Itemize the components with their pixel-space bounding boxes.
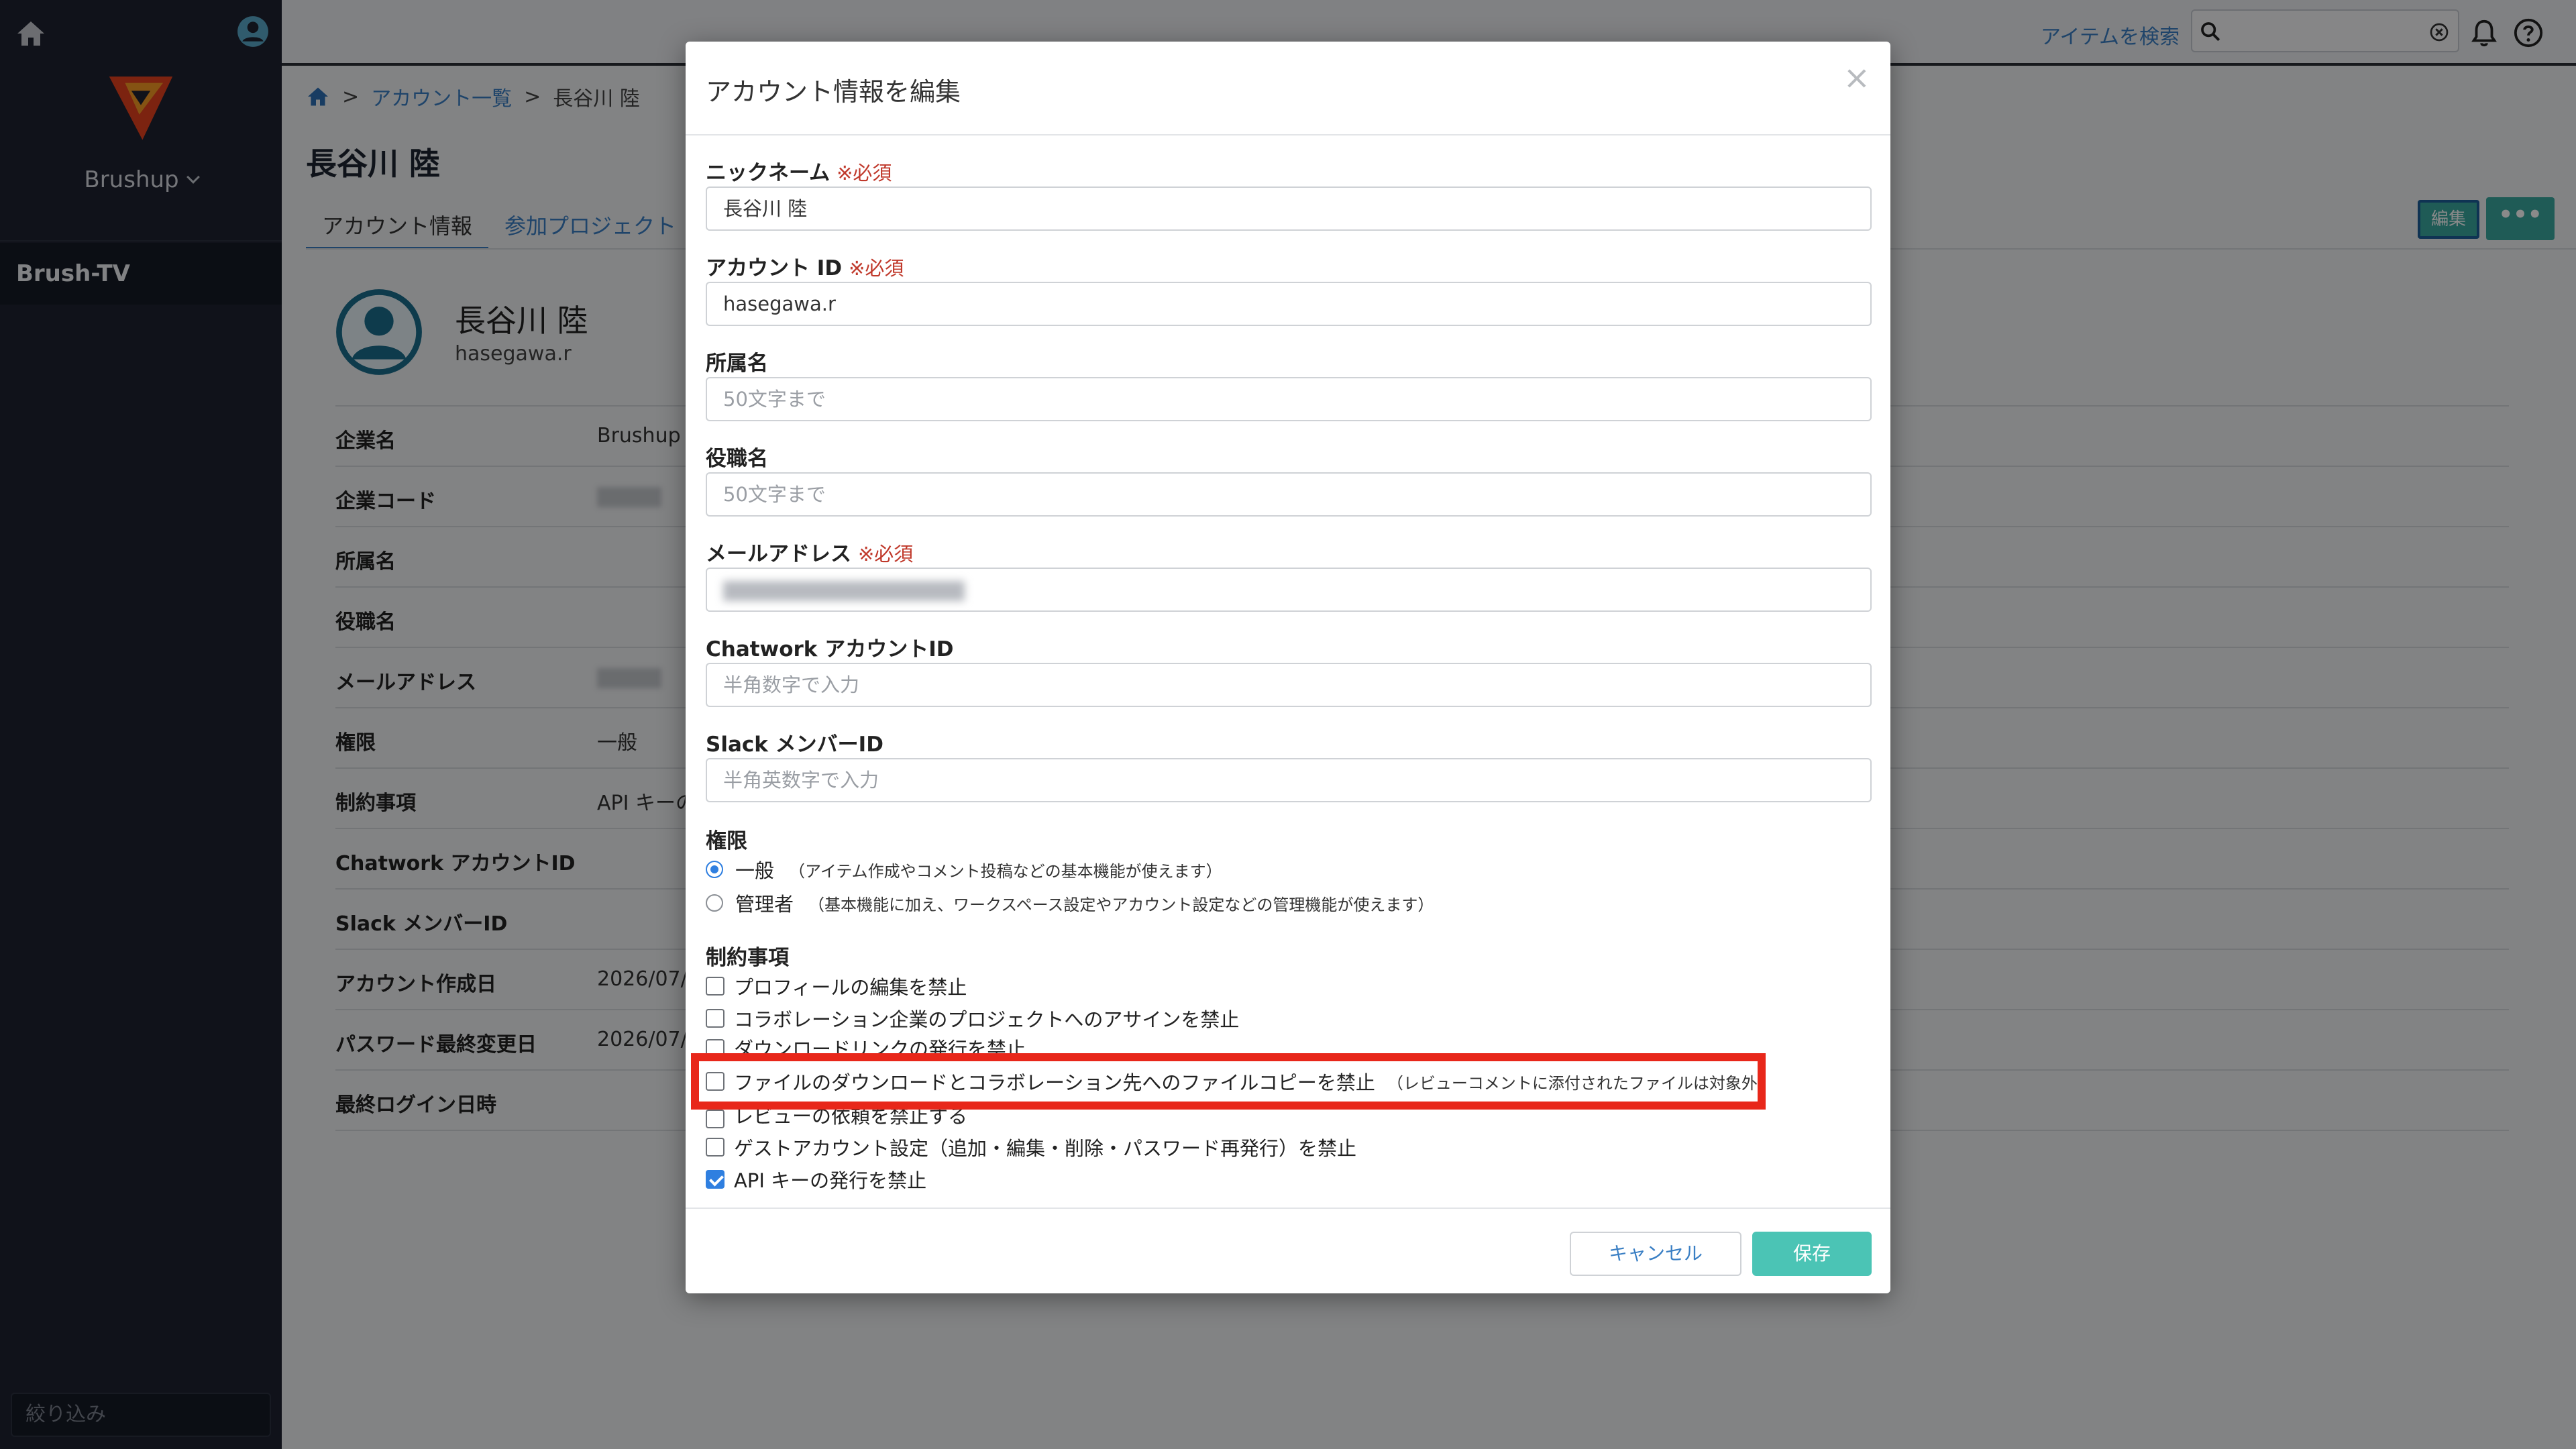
position-field[interactable]: 50文字まで bbox=[706, 472, 1872, 517]
checkbox-label: API キーの発行を禁止 bbox=[734, 1169, 927, 1192]
restriction-profile-edit[interactable]: プロフィールの編集を禁止 bbox=[706, 971, 967, 1001]
account-id-label: アカウント ID ※必須 bbox=[706, 256, 904, 280]
checkbox-checked-icon[interactable] bbox=[706, 1170, 724, 1189]
required-mark: ※必須 bbox=[858, 543, 914, 566]
chatwork-field[interactable]: 半角数字で入力 bbox=[706, 663, 1872, 707]
permission-option-general[interactable]: 一般 （アイテム作成やコメント投稿などの基本機能が使えます） bbox=[706, 855, 1222, 884]
slack-field[interactable]: 半角英数字で入力 bbox=[706, 758, 1872, 802]
restriction-guest-settings[interactable]: ゲストアカウント設定（追加・編集・削除・パスワード再発行）を禁止 bbox=[706, 1132, 1356, 1162]
account-id-field[interactable]: hasegawa.r bbox=[706, 282, 1872, 326]
email-label: メールアドレス ※必須 bbox=[706, 542, 914, 566]
highlight-annotation bbox=[691, 1053, 1766, 1110]
modal-title: アカウント情報を編集 bbox=[706, 77, 961, 107]
checkbox-icon[interactable] bbox=[706, 1110, 724, 1128]
slack-label: Slack メンバーID bbox=[706, 733, 883, 757]
permission-label: 権限 bbox=[706, 829, 747, 853]
checkbox-label: レビューの依頼を禁止する bbox=[734, 1108, 968, 1128]
checkbox-icon[interactable] bbox=[706, 1138, 724, 1157]
divider bbox=[686, 134, 1890, 136]
checkbox-label: ダウンロードリンクの発行を禁止 bbox=[734, 1038, 1026, 1055]
nickname-label: ニックネーム ※必須 bbox=[706, 161, 892, 185]
restriction-review-request[interactable]: レビューの依頼を禁止する bbox=[706, 1108, 967, 1131]
redacted-value bbox=[723, 581, 965, 601]
option-description: （アイテム作成やコメント投稿などの基本機能が使えます） bbox=[789, 861, 1222, 881]
radio-icon[interactable] bbox=[706, 894, 723, 912]
department-field[interactable]: 50文字まで bbox=[706, 377, 1872, 421]
email-field[interactable] bbox=[706, 568, 1872, 612]
required-mark: ※必須 bbox=[849, 257, 904, 280]
chatwork-label: Chatwork アカウントID bbox=[706, 637, 954, 661]
permission-option-admin[interactable]: 管理者 （基本機能に加え、ワークスペース設定やアカウント設定などの管理機能が使え… bbox=[706, 888, 1434, 918]
required-mark: ※必須 bbox=[837, 162, 892, 184]
checkbox-icon[interactable] bbox=[706, 1009, 724, 1028]
option-description: （基本機能に加え、ワークスペース設定やアカウント設定などの管理機能が使えます） bbox=[808, 895, 1434, 914]
save-button[interactable]: 保存 bbox=[1752, 1232, 1872, 1276]
option-label: 管理者 bbox=[735, 893, 794, 916]
checkbox-label: ゲストアカウント設定（追加・編集・削除・パスワード再発行）を禁止 bbox=[734, 1137, 1357, 1160]
restriction-collab-assign[interactable]: コラボレーション企業のプロジェクトへのアサインを禁止 bbox=[706, 1004, 1239, 1033]
restriction-api-key[interactable]: API キーの発行を禁止 bbox=[706, 1165, 926, 1194]
cancel-button[interactable]: キャンセル bbox=[1570, 1232, 1741, 1276]
checkbox-label: コラボレーション企業のプロジェクトへのアサインを禁止 bbox=[734, 1008, 1240, 1031]
close-icon[interactable]: × bbox=[1843, 62, 1870, 94]
restrictions-label: 制約事項 bbox=[706, 946, 789, 970]
position-label: 役職名 bbox=[706, 447, 768, 471]
checkbox-icon[interactable] bbox=[706, 977, 724, 996]
edit-account-modal: アカウント情報を編集 × ニックネーム ※必須 長谷川 陸 アカウント ID ※必須… bbox=[686, 42, 1890, 1293]
checkbox-icon[interactable] bbox=[706, 1039, 724, 1055]
divider bbox=[686, 1208, 1890, 1209]
checkbox-label: プロフィールの編集を禁止 bbox=[734, 976, 967, 999]
department-label: 所属名 bbox=[706, 352, 768, 376]
restriction-download-link[interactable]: ダウンロードリンクの発行を禁止 bbox=[706, 1034, 1026, 1055]
radio-selected-icon[interactable] bbox=[706, 861, 723, 878]
nickname-field[interactable]: 長谷川 陸 bbox=[706, 186, 1872, 231]
option-label: 一般 bbox=[735, 859, 775, 882]
